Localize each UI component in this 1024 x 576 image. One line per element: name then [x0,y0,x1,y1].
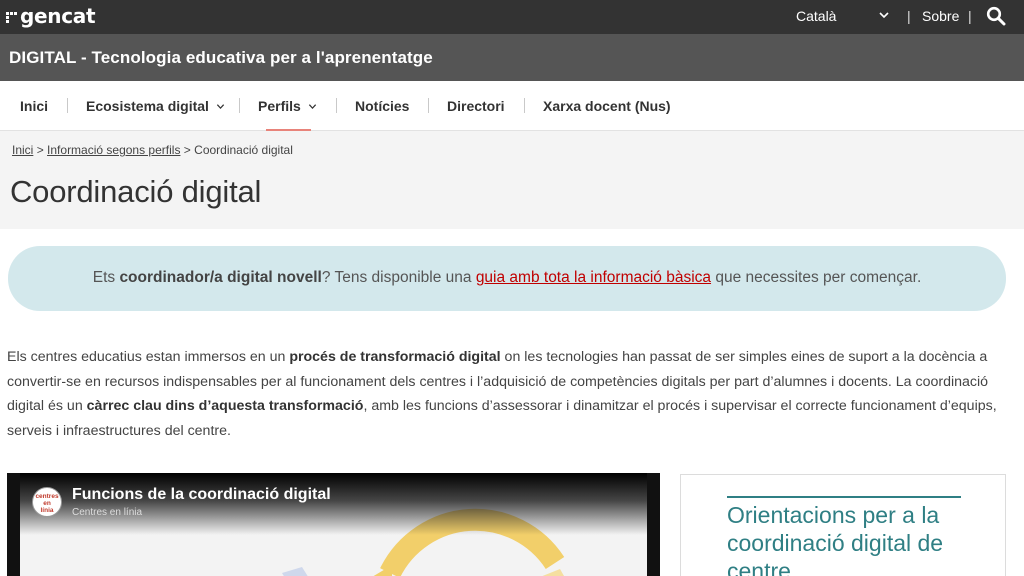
channel-logo-text: centres [35,493,59,500]
about-link[interactable]: Sobre [922,8,959,24]
intro-paragraph: Els centres educatius estan immersos en … [7,345,1017,444]
chevron-down-icon[interactable] [878,9,890,21]
nav-item-label: Xarxa docent (Nus) [543,98,671,114]
nav-item-label: Inici [20,98,49,114]
breadcrumb-link-perfils[interactable]: Informació segons perfils [47,143,180,157]
chevron-down-icon [216,103,225,109]
guide-link[interactable]: guia amb tota la informació bàsica [476,269,711,286]
gencat-logo-icon [6,11,17,23]
page-title: Coordinació digital [10,174,262,209]
card-title[interactable]: Orientacions per a la coordinació digita… [727,498,961,576]
nav-item-directori[interactable]: Directori [447,98,505,114]
page-header: Inici > Informació segons perfils > Coor… [0,131,1024,229]
nav-divider [67,98,68,113]
breadcrumb-separator: > [183,143,191,157]
orientations-card[interactable]: Orientacions per a la coordinació digita… [680,474,1006,576]
video-player[interactable]: centres en línia Funcions de la coordina… [7,473,660,576]
nav-divider [239,98,240,113]
language-selector[interactable]: Català [796,8,836,24]
gencat-logo-text: gencat [20,4,96,28]
topbar-separator: | [907,8,911,24]
callout-bold: coordinador/a digital novell [119,269,322,286]
nav-item-noticies[interactable]: Notícies [355,98,409,114]
video-title[interactable]: Funcions de la coordinació digital [72,486,331,504]
video-title-overlay [20,473,647,535]
paragraph-bold: càrrec clau dins d’aquesta transformació [86,398,364,415]
paragraph-bold: procés de transformació digital [289,349,501,365]
callout-text-part: Ets [92,269,120,286]
nav-item-label: Directori [447,98,505,114]
chevron-down-icon [308,103,316,109]
novice-guide-callout: Ets coordinador/a digital novell? Tens d… [8,246,1006,311]
nav-divider [428,98,429,113]
gencat-logo[interactable]: gencat [6,4,96,28]
nav-item-label: Notícies [355,98,410,114]
topbar-separator: | [968,8,972,24]
nav-item-xarxa-docent[interactable]: Xarxa docent (Nus) [543,98,671,114]
nav-divider [336,98,337,113]
breadcrumb: Inici > Informació segons perfils > Coor… [12,143,293,157]
callout-text-part: que necessites per començar. [711,269,922,286]
breadcrumb-link-inici[interactable]: Inici [12,143,33,157]
channel-logo-text: en [43,500,51,507]
nav-item-label: Perfils [258,98,301,114]
nav-item-inici[interactable]: Inici [20,98,48,114]
paragraph-text: Els centres educatius estan immersos en … [7,349,290,365]
callout-text-part: ? Tens disponible una [321,269,476,286]
video-channel-name[interactable]: Centres en línia [72,507,142,518]
breadcrumb-current: Coordinació digital [194,143,293,157]
nav-divider [524,98,525,113]
callout-text: Ets coordinador/a digital novell? Tens d… [8,269,1006,287]
channel-logo[interactable]: centres en línia [32,487,62,517]
breadcrumb-separator: > [36,143,44,157]
nav-item-label: Ecosistema digital [86,98,209,114]
gencat-topbar: gencat Català | Sobre | [0,0,1024,34]
card-content: Orientacions per a la coordinació digita… [727,496,961,576]
site-title[interactable]: DIGITAL - Tecnologia educativa per a l'a… [9,48,433,68]
main-navigation: Inici Ecosistema digital Perfils Notície… [0,81,1024,131]
channel-logo-text: línia [40,507,54,514]
nav-item-ecosistema-digital[interactable]: Ecosistema digital [86,98,225,114]
nav-item-perfils[interactable]: Perfils [258,98,317,114]
search-icon[interactable] [986,6,1006,26]
site-header: DIGITAL - Tecnologia educativa per a l'a… [0,34,1024,81]
